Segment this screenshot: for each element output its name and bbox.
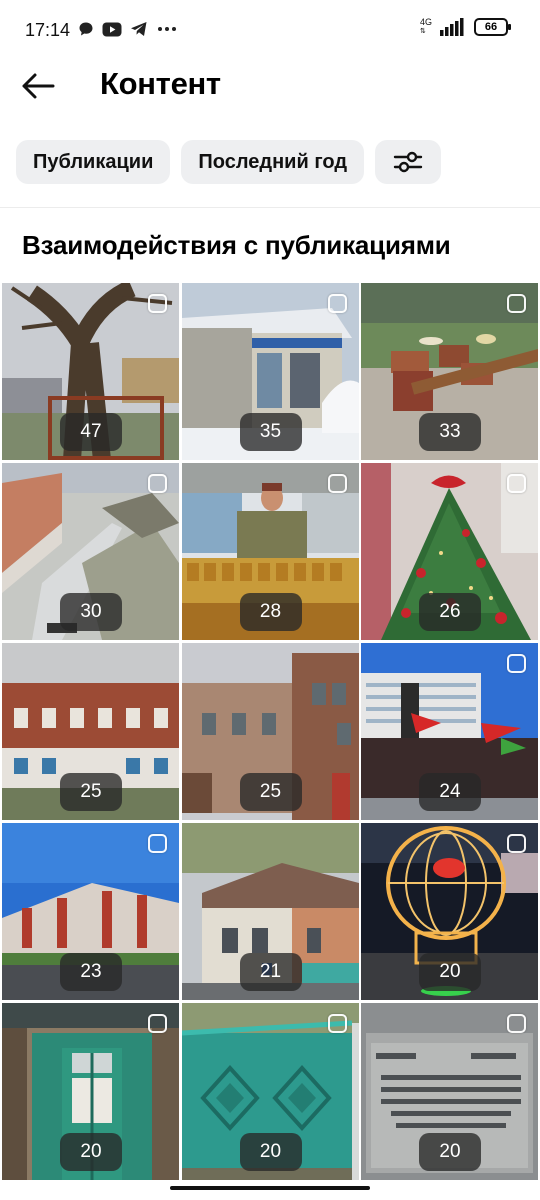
select-checkbox[interactable] [148,1014,167,1033]
filter-settings-button[interactable] [375,140,442,184]
post-tile[interactable]: 20 [181,1003,359,1180]
post-tile[interactable]: 24 [361,643,538,820]
select-checkbox[interactable] [507,1014,526,1033]
filter-bar: Публикации Последний год [16,140,442,184]
interaction-count: 21 [239,953,302,991]
divider [0,207,540,208]
interaction-count: 47 [60,413,122,451]
post-tile[interactable]: 20 [361,823,538,1000]
status-bar: 17:14 4G ⇅ 66 [0,0,540,60]
section-title: Взаимодействия с публикациями [22,230,451,260]
select-checkbox[interactable] [148,294,167,313]
interaction-count: 20 [419,953,481,991]
interaction-count: 28 [239,593,302,631]
back-button[interactable] [20,70,56,102]
post-tile[interactable]: 28 [181,463,359,640]
post-tile[interactable]: 35 [181,283,359,460]
select-checkbox[interactable] [507,294,526,313]
post-tile[interactable]: 30 [2,463,179,640]
select-checkbox[interactable] [327,474,347,493]
interaction-count: 25 [60,773,122,811]
filter-content-type[interactable]: Публикации [16,140,171,184]
system-icons: 4G ⇅ 66 [419,17,511,36]
interaction-count: 20 [60,1133,122,1171]
telegram-icon [131,22,147,36]
post-tile[interactable]: 23 [2,823,179,1000]
notification-icons [78,21,178,37]
battery-icon: 66 [474,18,511,36]
signal-icon [440,18,464,36]
post-tile[interactable]: 21 [181,823,359,1000]
interaction-count: 30 [60,593,122,631]
interaction-count: 23 [60,953,122,991]
chat-bubble-icon [79,22,93,36]
home-indicator[interactable] [170,1186,370,1190]
interaction-count: 24 [419,773,481,811]
select-checkbox[interactable] [327,294,347,313]
post-tile[interactable]: 33 [361,283,538,460]
post-tile[interactable]: 20 [361,1003,538,1180]
interaction-count: 25 [239,773,302,811]
interaction-count: 26 [419,593,481,631]
post-tile[interactable]: 25 [2,643,179,820]
post-tile[interactable]: 47 [2,283,179,460]
status-time: 17:14 [25,20,71,40]
select-checkbox[interactable] [148,834,167,853]
select-checkbox[interactable] [327,1014,347,1033]
select-checkbox[interactable] [507,474,526,493]
sliders-icon [393,151,423,173]
select-checkbox[interactable] [507,654,526,673]
arrow-left-icon [22,73,55,99]
network-type: 4G ⇅ [419,17,432,36]
posts-grid: 47 35 33 30 28 26 25 25 24 23 21 20 20 2… [2,283,538,1180]
select-checkbox[interactable] [507,834,526,853]
page-header: Контент [0,60,540,112]
post-tile[interactable]: 26 [361,463,538,640]
youtube-icon [102,22,122,36]
interaction-count: 20 [419,1133,481,1171]
interaction-count: 20 [239,1133,302,1171]
more-dots-icon [158,27,176,31]
filter-period[interactable]: Последний год [181,140,365,184]
interaction-count: 33 [419,413,481,451]
post-tile[interactable]: 25 [181,643,359,820]
page-title: Контент [100,66,221,101]
post-tile[interactable]: 20 [2,1003,179,1180]
interaction-count: 35 [239,413,302,451]
select-checkbox[interactable] [148,474,167,493]
